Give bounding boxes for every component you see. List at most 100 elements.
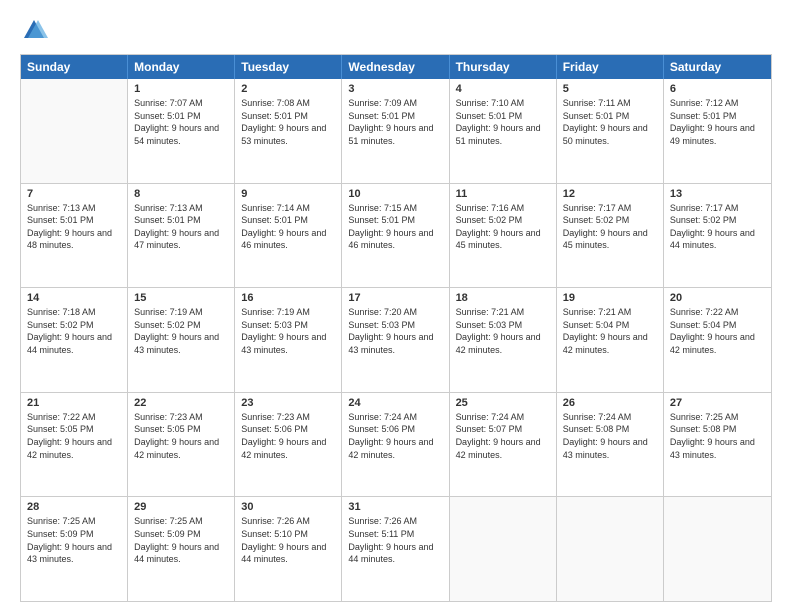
calendar-header-cell: Sunday [21,55,128,79]
sun-info: Sunrise: 7:08 AM Sunset: 5:01 PM Dayligh… [241,97,335,147]
sun-info: Sunrise: 7:23 AM Sunset: 5:05 PM Dayligh… [134,411,228,461]
sun-info: Sunrise: 7:15 AM Sunset: 5:01 PM Dayligh… [348,202,442,252]
day-number: 23 [241,397,335,409]
calendar-cell: 23 Sunrise: 7:23 AM Sunset: 5:06 PM Dayli… [235,393,342,497]
day-number: 5 [563,83,657,95]
calendar-row: 7Sunrise: 7:13 AM Sunset: 5:01 PM Daylig… [21,183,771,288]
day-number: 12 [563,188,657,200]
calendar-header-cell: Tuesday [235,55,342,79]
sun-info: Sunrise: 7:19 AM Sunset: 5:03 PM Dayligh… [241,306,335,356]
sun-info: Sunrise: 7:21 AM Sunset: 5:03 PM Dayligh… [456,306,550,356]
day-number: 30 [241,501,335,513]
calendar-cell: 30 Sunrise: 7:26 AM Sunset: 5:10 PM Dayli… [235,497,342,601]
calendar-cell: 4 Sunrise: 7:10 AM Sunset: 5:01 PM Daylig… [450,79,557,183]
calendar-header-cell: Saturday [664,55,771,79]
day-number: 8 [134,188,228,200]
day-number: 20 [670,292,765,304]
day-number: 4 [456,83,550,95]
calendar-cell: 12 Sunrise: 7:17 AM Sunset: 5:02 PM Dayli… [557,184,664,288]
sun-info: Sunrise: 7:26 AM Sunset: 5:11 PM Dayligh… [348,515,442,565]
sun-info: Sunrise: 7:26 AM Sunset: 5:10 PM Dayligh… [241,515,335,565]
calendar-cell [21,79,128,183]
sun-info: Sunrise: 7:24 AM Sunset: 5:08 PM Dayligh… [563,411,657,461]
calendar-cell: 26Sunrise: 7:24 AM Sunset: 5:08 PM Dayli… [557,393,664,497]
sun-info: Sunrise: 7:14 AM Sunset: 5:01 PM Dayligh… [241,202,335,252]
sun-info: Sunrise: 7:25 AM Sunset: 5:09 PM Dayligh… [134,515,228,565]
sun-info: Sunrise: 7:19 AM Sunset: 5:02 PM Dayligh… [134,306,228,356]
sun-info: Sunrise: 7:22 AM Sunset: 5:05 PM Dayligh… [27,411,121,461]
sun-info: Sunrise: 7:07 AM Sunset: 5:01 PM Dayligh… [134,97,228,147]
calendar-cell: 19Sunrise: 7:21 AM Sunset: 5:04 PM Dayli… [557,288,664,392]
calendar-header-cell: Thursday [450,55,557,79]
day-number: 22 [134,397,228,409]
calendar-cell: 25 Sunrise: 7:24 AM Sunset: 5:07 PM Dayli… [450,393,557,497]
day-number: 21 [27,397,121,409]
calendar-cell: 11 Sunrise: 7:16 AM Sunset: 5:02 PM Dayli… [450,184,557,288]
calendar: SundayMondayTuesdayWednesdayThursdayFrid… [20,54,772,602]
day-number: 11 [456,188,550,200]
calendar-cell: 24Sunrise: 7:24 AM Sunset: 5:06 PM Dayli… [342,393,449,497]
day-number: 18 [456,292,550,304]
sun-info: Sunrise: 7:25 AM Sunset: 5:08 PM Dayligh… [670,411,765,461]
calendar-cell: 27 Sunrise: 7:25 AM Sunset: 5:08 PM Dayli… [664,393,771,497]
calendar-cell: 17 Sunrise: 7:20 AM Sunset: 5:03 PM Dayli… [342,288,449,392]
calendar-header-cell: Wednesday [342,55,449,79]
calendar-cell: 1Sunrise: 7:07 AM Sunset: 5:01 PM Daylig… [128,79,235,183]
sun-info: Sunrise: 7:17 AM Sunset: 5:02 PM Dayligh… [563,202,657,252]
day-number: 3 [348,83,442,95]
calendar-cell: 28Sunrise: 7:25 AM Sunset: 5:09 PM Dayli… [21,497,128,601]
sun-info: Sunrise: 7:09 AM Sunset: 5:01 PM Dayligh… [348,97,442,147]
sun-info: Sunrise: 7:11 AM Sunset: 5:01 PM Dayligh… [563,97,657,147]
calendar-cell: 10 Sunrise: 7:15 AM Sunset: 5:01 PM Dayli… [342,184,449,288]
calendar-cell: 31 Sunrise: 7:26 AM Sunset: 5:11 PM Dayli… [342,497,449,601]
sun-info: Sunrise: 7:13 AM Sunset: 5:01 PM Dayligh… [134,202,228,252]
day-number: 10 [348,188,442,200]
calendar-row: 28Sunrise: 7:25 AM Sunset: 5:09 PM Dayli… [21,496,771,601]
calendar-cell: 22 Sunrise: 7:23 AM Sunset: 5:05 PM Dayli… [128,393,235,497]
calendar-cell: 2 Sunrise: 7:08 AM Sunset: 5:01 PM Daylig… [235,79,342,183]
day-number: 14 [27,292,121,304]
logo-icon [20,16,48,44]
header [20,16,772,44]
sun-info: Sunrise: 7:18 AM Sunset: 5:02 PM Dayligh… [27,306,121,356]
day-number: 24 [348,397,442,409]
day-number: 13 [670,188,765,200]
day-number: 9 [241,188,335,200]
sun-info: Sunrise: 7:13 AM Sunset: 5:01 PM Dayligh… [27,202,121,252]
calendar-header-row: SundayMondayTuesdayWednesdayThursdayFrid… [21,55,771,79]
calendar-cell: 6Sunrise: 7:12 AM Sunset: 5:01 PM Daylig… [664,79,771,183]
sun-info: Sunrise: 7:23 AM Sunset: 5:06 PM Dayligh… [241,411,335,461]
day-number: 17 [348,292,442,304]
calendar-cell: 13Sunrise: 7:17 AM Sunset: 5:02 PM Dayli… [664,184,771,288]
sun-info: Sunrise: 7:10 AM Sunset: 5:01 PM Dayligh… [456,97,550,147]
calendar-cell: 3 Sunrise: 7:09 AM Sunset: 5:01 PM Daylig… [342,79,449,183]
sun-info: Sunrise: 7:22 AM Sunset: 5:04 PM Dayligh… [670,306,765,356]
day-number: 2 [241,83,335,95]
calendar-cell: 9 Sunrise: 7:14 AM Sunset: 5:01 PM Daylig… [235,184,342,288]
day-number: 29 [134,501,228,513]
sun-info: Sunrise: 7:24 AM Sunset: 5:07 PM Dayligh… [456,411,550,461]
logo [20,16,52,44]
day-number: 16 [241,292,335,304]
calendar-cell: 8 Sunrise: 7:13 AM Sunset: 5:01 PM Daylig… [128,184,235,288]
sun-info: Sunrise: 7:25 AM Sunset: 5:09 PM Dayligh… [27,515,121,565]
calendar-header-cell: Monday [128,55,235,79]
sun-info: Sunrise: 7:20 AM Sunset: 5:03 PM Dayligh… [348,306,442,356]
calendar-cell: 15 Sunrise: 7:19 AM Sunset: 5:02 PM Dayli… [128,288,235,392]
calendar-cell: 16 Sunrise: 7:19 AM Sunset: 5:03 PM Dayli… [235,288,342,392]
calendar-row: 1Sunrise: 7:07 AM Sunset: 5:01 PM Daylig… [21,79,771,183]
calendar-cell: 20 Sunrise: 7:22 AM Sunset: 5:04 PM Dayli… [664,288,771,392]
day-number: 31 [348,501,442,513]
day-number: 27 [670,397,765,409]
day-number: 19 [563,292,657,304]
calendar-cell: 7Sunrise: 7:13 AM Sunset: 5:01 PM Daylig… [21,184,128,288]
calendar-cell: 29 Sunrise: 7:25 AM Sunset: 5:09 PM Dayli… [128,497,235,601]
day-number: 25 [456,397,550,409]
calendar-cell: 14 Sunrise: 7:18 AM Sunset: 5:02 PM Dayli… [21,288,128,392]
day-number: 15 [134,292,228,304]
calendar-cell [664,497,771,601]
calendar-row: 21 Sunrise: 7:22 AM Sunset: 5:05 PM Dayli… [21,392,771,497]
calendar-row: 14 Sunrise: 7:18 AM Sunset: 5:02 PM Dayli… [21,287,771,392]
page: SundayMondayTuesdayWednesdayThursdayFrid… [0,0,792,612]
sun-info: Sunrise: 7:16 AM Sunset: 5:02 PM Dayligh… [456,202,550,252]
